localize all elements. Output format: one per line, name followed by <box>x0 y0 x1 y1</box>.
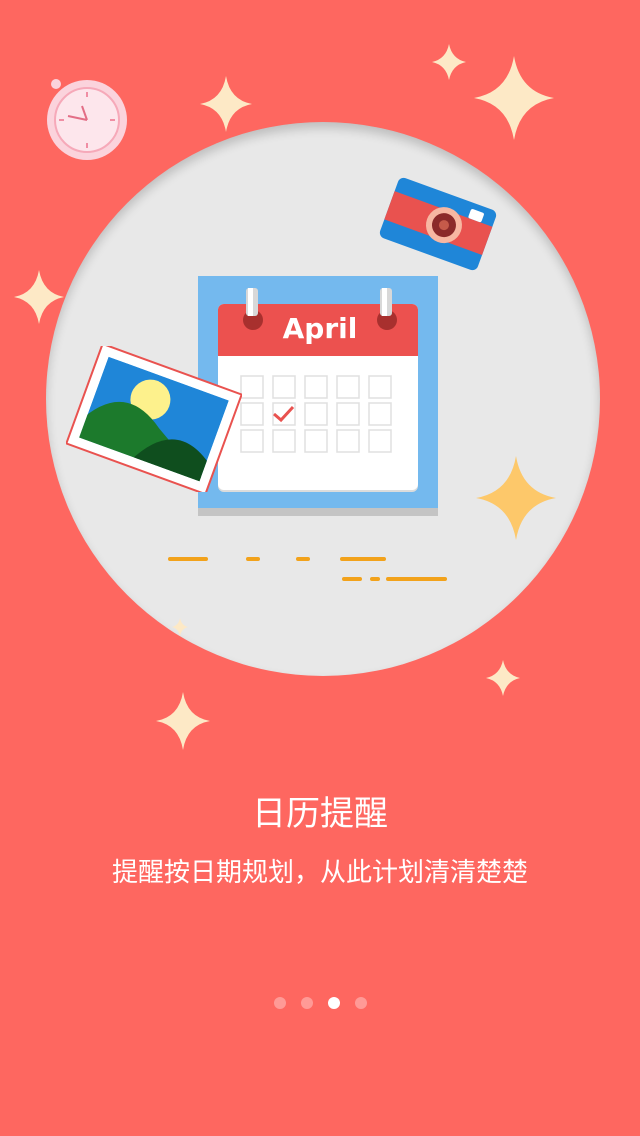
page-dot[interactable] <box>273 997 286 1009</box>
sparkle-icon <box>486 660 520 696</box>
camera-icon <box>379 177 497 271</box>
page-dot-active[interactable] <box>327 997 340 1009</box>
page-indicator <box>0 997 640 1009</box>
sparkle-icon <box>14 270 64 324</box>
sparkle-icon <box>432 44 466 80</box>
decorative-dashes <box>168 557 447 581</box>
sparkle-icon <box>474 56 554 140</box>
page-dot[interactable] <box>354 997 367 1009</box>
page-title: 日历提醒 <box>252 794 388 834</box>
sparkle-icon <box>172 618 188 636</box>
sparkle-icon <box>156 692 210 750</box>
page-subtitle: 提醒按日期规划，从此计划清清楚楚 <box>111 858 528 888</box>
calendar-month-label: April <box>282 312 358 345</box>
clock-icon <box>47 79 127 160</box>
sparkle-icon <box>200 76 252 132</box>
photo-icon <box>66 346 242 492</box>
page-dot[interactable] <box>300 997 313 1009</box>
sparkle-icon <box>476 456 556 540</box>
